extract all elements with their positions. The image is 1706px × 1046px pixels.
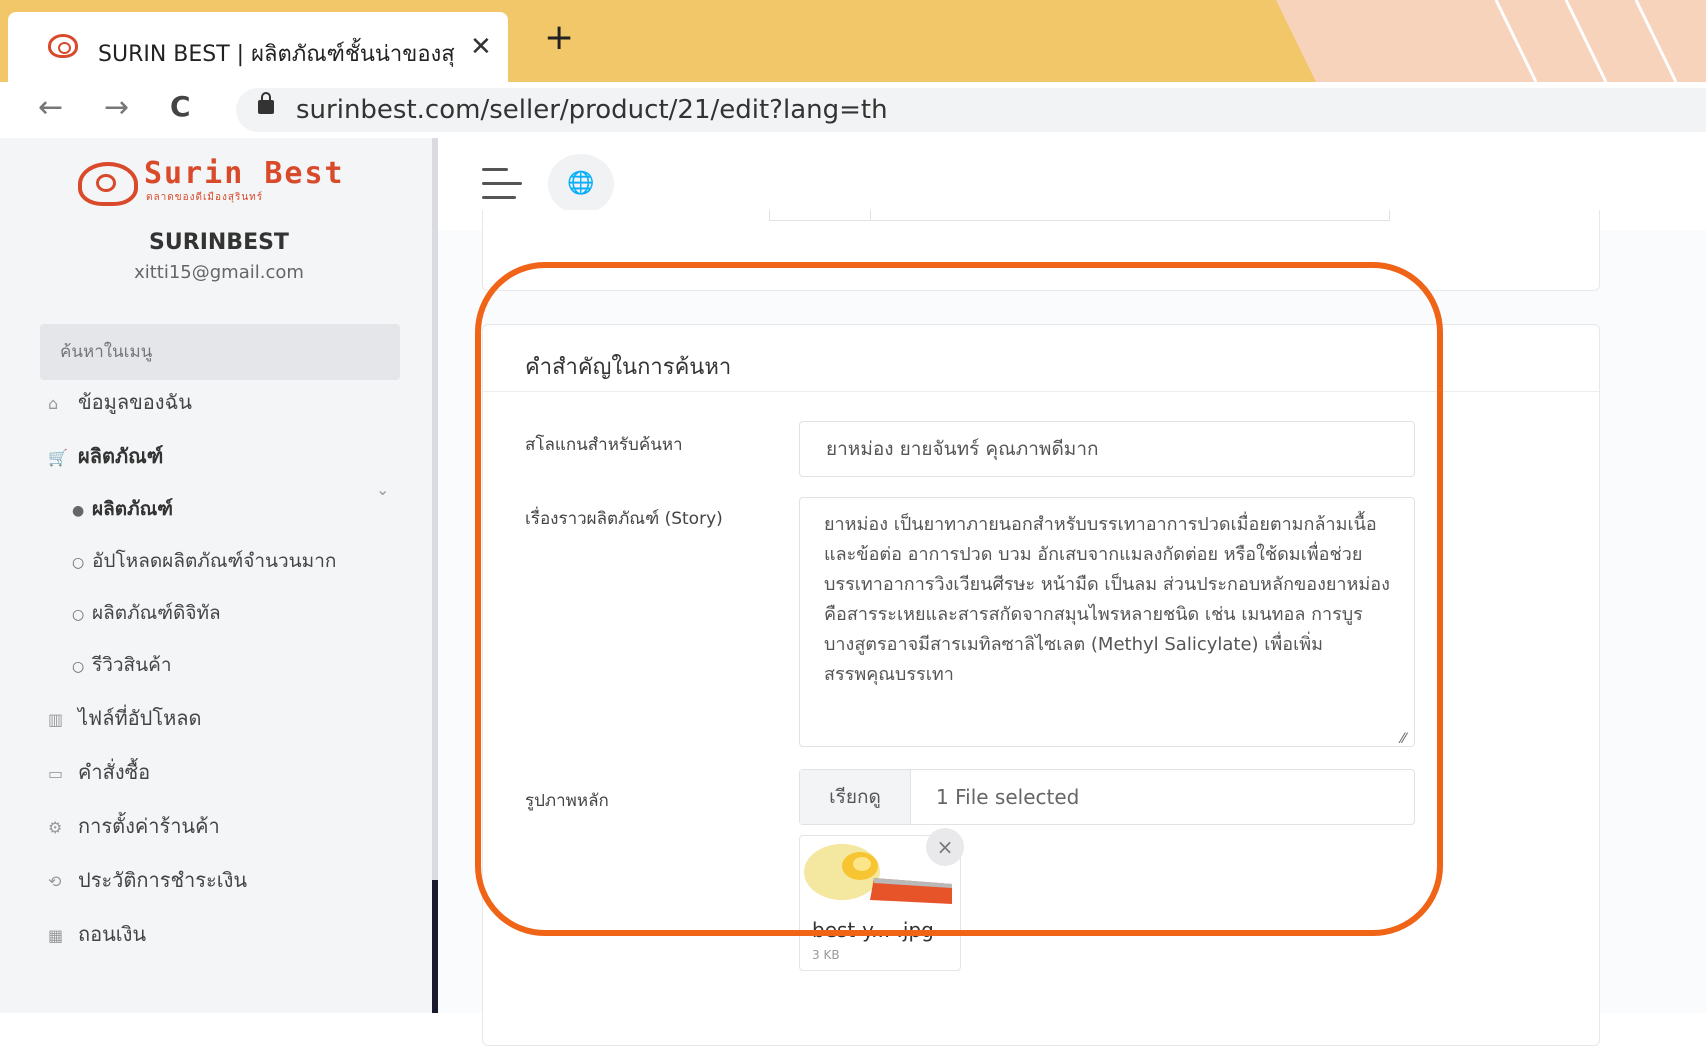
cart-icon: 🛒 bbox=[48, 448, 68, 467]
home-icon: ⌂ bbox=[48, 394, 59, 413]
image-preview-card: × best-y... .jpg 3 KB bbox=[799, 828, 964, 971]
sidebar-item-label: ข้อมูลของฉัน bbox=[78, 390, 192, 414]
section-title: คำสำคัญในการค้นหา bbox=[525, 355, 732, 380]
main-image-label: รูปภาพหลัก bbox=[525, 791, 609, 811]
url-text[interactable]: surinbest.com/seller/product/21/edit?lan… bbox=[296, 95, 888, 125]
bullet-icon: ● bbox=[72, 503, 85, 519]
sidebar-item-payment-history[interactable]: ⟲ ประวัติการชำระเงิน bbox=[48, 864, 247, 896]
sidebar-item-shop-settings[interactable]: ⚙ การตั้งค่าร้านค้า bbox=[48, 810, 220, 842]
sidebar-item-uploaded-files[interactable]: ▥ ไฟล์ที่อัปโหลด bbox=[48, 702, 202, 734]
sidebar-subitem-label: ผลิตภัณฑ์ดิจิทัล bbox=[92, 602, 221, 624]
browser-tab-strip: SURIN BEST | ผลิตภัณฑ์ชั้นน่าของสุ ✕ + bbox=[0, 0, 1706, 82]
money-icon: ▦ bbox=[48, 926, 64, 945]
sidebar-item-my-info[interactable]: ⌂ ข้อมูลของฉัน bbox=[48, 386, 192, 418]
divider bbox=[483, 391, 1599, 392]
thumbnail-file-size: 3 KB bbox=[812, 948, 840, 962]
store-name: SURINBEST bbox=[149, 230, 289, 255]
sidebar-item-label: การตั้งค่าร้านค้า bbox=[78, 814, 220, 838]
forward-arrow-icon[interactable]: → bbox=[104, 90, 129, 125]
new-tab-button[interactable]: + bbox=[544, 20, 574, 56]
lock-icon bbox=[258, 92, 274, 114]
folder-icon: ▥ bbox=[48, 710, 64, 729]
sidebar-item-orders[interactable]: ▭ คำสั่งซื้อ bbox=[48, 756, 150, 788]
surinbest-favicon-icon bbox=[48, 34, 78, 58]
resize-handle-icon[interactable]: ⁄⁄ bbox=[1401, 731, 1406, 747]
story-label: เรื่องราวผลิตภัณฑ์ (Story) bbox=[525, 509, 723, 529]
sidebar-item-label: คำสั่งซื้อ bbox=[78, 760, 151, 784]
sidebar-subitem-label: รีวิวสินค้า bbox=[92, 654, 172, 676]
file-status-text: 1 File selected bbox=[936, 785, 1080, 809]
tab-close-icon[interactable]: ✕ bbox=[470, 32, 492, 62]
globe-icon[interactable]: 🌐 bbox=[548, 154, 614, 214]
store-email: xitti15@gmail.com bbox=[134, 262, 304, 283]
sidebar-item-label: ไฟล์ที่อัปโหลด bbox=[78, 706, 202, 730]
surinbest-logo-icon bbox=[78, 162, 138, 206]
sidebar-subitem-label: ผลิตภัณฑ์ bbox=[92, 498, 174, 520]
search-keywords-card: คำสำคัญในการค้นหา สโลแกนสำหรับค้นหา ยาหม… bbox=[482, 324, 1600, 1046]
sidebar-subitem-digital-products[interactable]: ○ ผลิตภัณฑ์ดิจิทัล bbox=[72, 598, 221, 628]
sidebar-item-label: ผลิตภัณฑ์ bbox=[78, 444, 164, 468]
main-content: คำสำคัญในการค้นหา สโลแกนสำหรับค้นหา ยาหม… bbox=[438, 210, 1706, 1046]
history-icon: ⟲ bbox=[48, 872, 62, 891]
logo-text: Surin Best bbox=[144, 156, 345, 191]
main-image-file-input[interactable]: เรียกดู 1 File selected bbox=[799, 769, 1415, 825]
sidebar-subitem-bulk-upload[interactable]: ○ อัปโหลดผลิตภัณฑ์จำนวนมาก bbox=[72, 546, 336, 576]
gear-icon: ⚙ bbox=[48, 818, 63, 837]
menu-search-input[interactable] bbox=[40, 324, 400, 380]
back-arrow-icon[interactable]: ← bbox=[38, 90, 63, 125]
previous-card bbox=[482, 210, 1600, 291]
remove-image-icon[interactable]: × bbox=[926, 828, 964, 866]
previous-field-stub bbox=[769, 210, 871, 221]
previous-field-stub bbox=[869, 210, 1390, 221]
sidebar: Surin Best ตลาดของดีเมืองสุรินทร์ SURINB… bbox=[0, 138, 438, 1013]
decorative-stripes bbox=[1236, 0, 1706, 82]
tab-title: SURIN BEST | ผลิตภัณฑ์ชั้นน่าของสุ bbox=[98, 42, 455, 67]
url-field[interactable]: surinbest.com/seller/product/21/edit?lan… bbox=[236, 88, 1706, 132]
bullet-icon: ○ bbox=[72, 607, 85, 623]
logo-subtitle: ตลาดของดีเมืองสุรินทร์ bbox=[146, 192, 264, 203]
sidebar-subitem-label: อัปโหลดผลิตภัณฑ์จำนวนมาก bbox=[92, 550, 337, 572]
bullet-icon: ○ bbox=[72, 659, 85, 675]
sidebar-item-label: ถอนเงิน bbox=[78, 922, 147, 946]
orders-icon: ▭ bbox=[48, 764, 64, 783]
sidebar-subitem-reviews[interactable]: ○ รีวิวสินค้า bbox=[72, 650, 172, 680]
bullet-icon: ○ bbox=[72, 555, 85, 571]
sidebar-item-withdraw[interactable]: ▦ ถอนเงิน bbox=[48, 918, 146, 950]
chevron-down-icon[interactable]: ⌄ bbox=[376, 480, 389, 499]
browser-tab[interactable]: SURIN BEST | ผลิตภัณฑ์ชั้นน่าของสุ ✕ bbox=[8, 12, 508, 82]
sidebar-subitem-products[interactable]: ● ผลิตภัณฑ์ bbox=[72, 494, 173, 524]
address-bar: ← → C surinbest.com/seller/product/21/ed… bbox=[0, 82, 1706, 139]
thumbnail-file-name: best-y... .jpg bbox=[812, 918, 934, 942]
browse-button[interactable]: เรียกดู bbox=[800, 770, 911, 824]
story-textarea[interactable]: ยาหม่อง เป็นยาทาภายนอกสำหรับบรรเทาอาการป… bbox=[799, 497, 1415, 747]
slogan-input[interactable]: ยาหม่อง ยายจันทร์ คุณภาพดีมาก bbox=[799, 421, 1415, 477]
sidebar-item-label: ประวัติการชำระเงิน bbox=[78, 868, 248, 892]
sidebar-item-products[interactable]: 🛒 ผลิตภัณฑ์ bbox=[48, 440, 163, 472]
slogan-label: สโลแกนสำหรับค้นหา bbox=[525, 435, 683, 455]
hamburger-menu-icon[interactable] bbox=[482, 168, 522, 200]
reload-icon[interactable]: C bbox=[170, 90, 191, 123]
